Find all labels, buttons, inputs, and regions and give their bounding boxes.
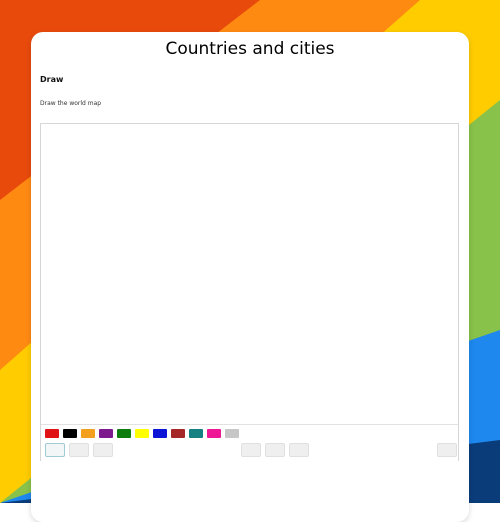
pen-tool-button[interactable] <box>45 443 65 457</box>
fill-tool-button[interactable] <box>93 443 113 457</box>
undo-button[interactable] <box>241 443 261 457</box>
page-title: Countries and cities <box>165 39 335 59</box>
drawing-widget <box>40 123 459 461</box>
color-swatch-purple[interactable] <box>99 429 113 438</box>
instruction-text: Draw the world map <box>40 100 102 107</box>
redo-button[interactable] <box>265 443 285 457</box>
color-swatch-brown[interactable] <box>171 429 185 438</box>
main-card: Countries and cities Draw Draw the world… <box>31 32 469 522</box>
color-swatch-red[interactable] <box>45 429 59 438</box>
color-swatch-green[interactable] <box>117 429 131 438</box>
color-swatch-black[interactable] <box>63 429 77 438</box>
eraser-tool-button[interactable] <box>69 443 89 457</box>
color-palette <box>45 429 239 438</box>
clear-button[interactable] <box>289 443 309 457</box>
color-swatch-teal[interactable] <box>189 429 203 438</box>
color-swatch-orange[interactable] <box>81 429 95 438</box>
section-heading: Draw <box>40 75 64 84</box>
color-swatch-pink[interactable] <box>207 429 221 438</box>
drawing-canvas[interactable] <box>41 124 458 424</box>
drawing-toolbar <box>41 424 458 461</box>
color-swatch-blue[interactable] <box>153 429 167 438</box>
color-swatch-gray[interactable] <box>225 429 239 438</box>
save-button[interactable] <box>437 443 457 457</box>
color-swatch-yellow[interactable] <box>135 429 149 438</box>
